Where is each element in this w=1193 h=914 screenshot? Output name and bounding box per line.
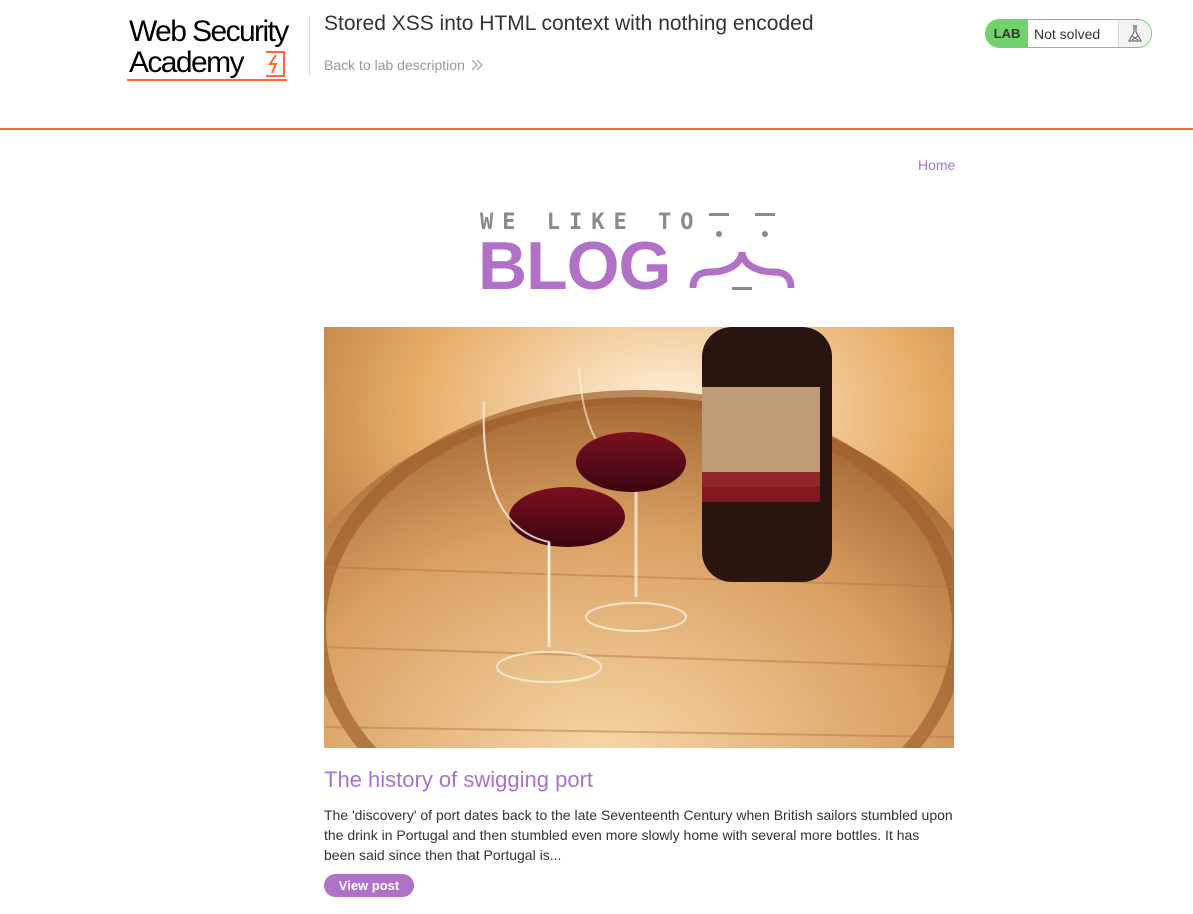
view-post-button[interactable]: View post [324, 874, 414, 897]
web-security-academy-logo[interactable]: Web Security Academy [127, 16, 307, 82]
lab-title: Stored XSS into HTML context with nothin… [324, 12, 814, 35]
double-chevron-right-icon [471, 59, 483, 71]
back-link-label: Back to lab description [324, 57, 465, 73]
academy-header: Web Security Academy Stored XSS into HTM… [0, 0, 1193, 130]
logo-bolt-icon [266, 51, 285, 77]
header-divider [309, 16, 310, 76]
logo-line-1: Web Security [129, 15, 289, 48]
lab-badge: LAB [986, 20, 1028, 47]
logo-underline [127, 79, 287, 81]
lab-status-widget: LAB Not solved [985, 19, 1152, 48]
flask-icon [1119, 20, 1151, 47]
nav-home-link[interactable]: Home [918, 157, 955, 173]
curly-brace-face-icon [689, 213, 795, 290]
post-image[interactable] [324, 327, 954, 748]
lab-status-text: Not solved [1028, 20, 1119, 47]
post-summary: The 'discovery' of port dates back to th… [324, 807, 953, 863]
blog-banner: WE LIKE TO BLOG [478, 208, 798, 304]
post-title[interactable]: The history of swigging port [324, 767, 593, 793]
banner-big-text: BLOG [478, 228, 671, 304]
wine-glasses-and-bottle-on-barrel-photo [324, 327, 954, 748]
back-to-lab-description-link[interactable]: Back to lab description [324, 57, 483, 73]
logo-line-2: Academy [129, 46, 244, 79]
